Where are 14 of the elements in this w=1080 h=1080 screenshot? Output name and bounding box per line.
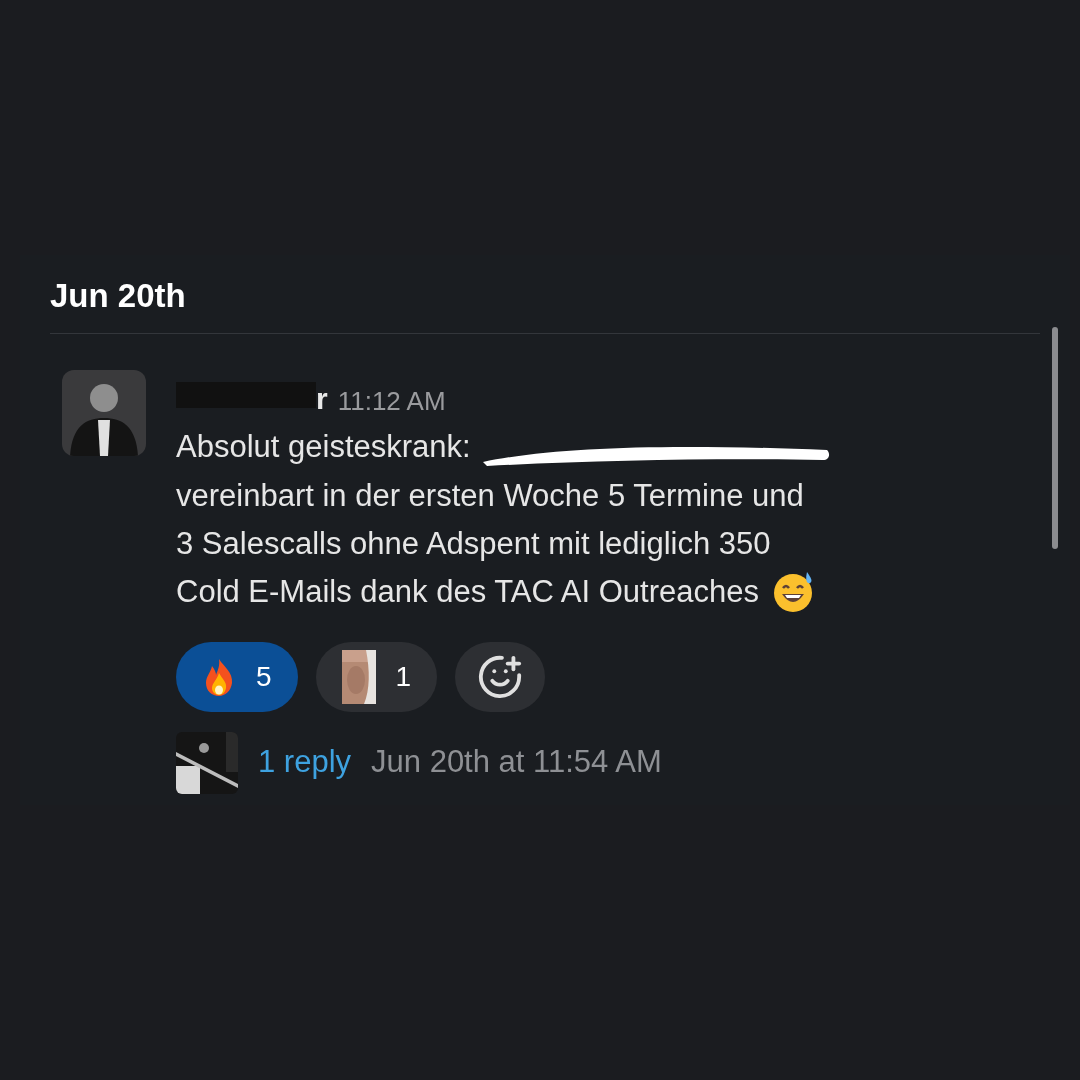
reaction-pill[interactable]: 5 (176, 641, 298, 712)
message-text: vereinbart in der ersten Woche 5 Termine und (176, 476, 804, 515)
last-reply-time: Jun 20th at 11:54 AM (371, 743, 662, 782)
reaction-pill[interactable]: 1 (315, 641, 438, 712)
message-text: Cold E-Mails dank des TAC AI Outreaches (176, 572, 759, 611)
scrollbar[interactable] (1052, 327, 1058, 549)
message-text: 3 Salescalls ohne Adspent mit lediglich 350 (176, 524, 771, 563)
reply-count-link[interactable]: 1 reply (258, 739, 352, 786)
author-name[interactable]: r (316, 383, 328, 414)
message-text: Absolut geisteskrank: (176, 427, 471, 466)
avatar[interactable] (62, 369, 146, 456)
date-divider: Jun 20th (50, 255, 1040, 334)
message-time[interactable]: 11:12 AM (337, 387, 446, 414)
add-reaction-icon (477, 653, 524, 700)
